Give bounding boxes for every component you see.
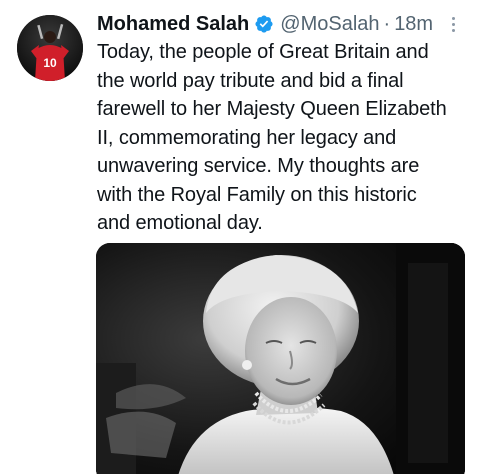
more-options-icon[interactable]	[443, 12, 463, 36]
tweet-header: Mohamed Salah @MoSalah · 18m	[97, 11, 467, 37]
portrait-photo	[96, 243, 465, 474]
avatar-image: 10	[17, 15, 83, 81]
tweet-text-line: unwavering service. My thoughts are	[97, 155, 420, 177]
tweet-text-line: the world pay tribute and bid a final	[97, 69, 404, 92]
tweet-text-line: II, commemorating her legacy and	[97, 126, 397, 149]
separator: ·	[383, 12, 391, 35]
tweet-text-line: with the Royal Family on this historic	[97, 183, 417, 206]
tweet-photo[interactable]	[96, 243, 465, 474]
timestamp[interactable]: 18m	[394, 13, 433, 36]
tweet-text: Today, the people of Great Britain and t…	[97, 38, 469, 238]
tweet-text-line: and emotional day.	[97, 212, 263, 234]
display-name[interactable]: Mohamed Salah	[97, 13, 249, 36]
verified-badge-icon	[255, 15, 273, 33]
handle[interactable]: @MoSalah	[280, 13, 379, 36]
avatar-jersey-number: 10	[43, 56, 57, 70]
avatar[interactable]: 10	[17, 15, 83, 81]
tweet-text-line: farewell to her Majesty Queen Elizabeth	[97, 98, 447, 120]
tweet-text-line: Today, the people of Great Britain and	[97, 41, 429, 63]
